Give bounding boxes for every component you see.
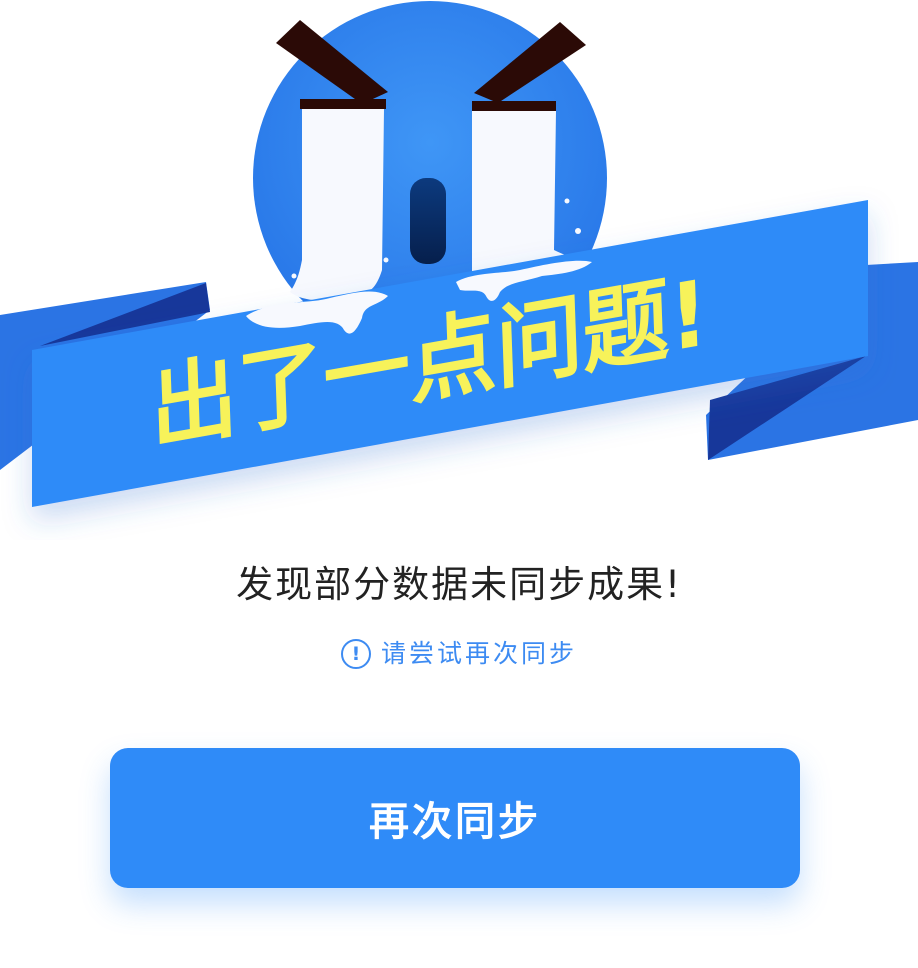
error-illustration: 出了一点问题! [0, 0, 918, 540]
tear-drop [383, 257, 389, 263]
tear-drop [575, 228, 581, 234]
crying-face-banner-graphic: 出了一点问题! [0, 1, 918, 507]
exclamation-circle-icon: ! [340, 639, 371, 669]
tear-drop [564, 198, 570, 204]
left-eye [300, 99, 386, 109]
right-eye [472, 101, 556, 111]
tear-drop [291, 273, 297, 279]
error-message: 发现部分数据未同步成果! [236, 563, 682, 606]
hint-text: 请尝试再次同步 [380, 639, 577, 668]
hint-row: ! 请尝试再次同步 [0, 636, 918, 672]
crying-mouth [410, 178, 446, 264]
retry-sync-button[interactable]: 再次同步 [110, 748, 800, 888]
